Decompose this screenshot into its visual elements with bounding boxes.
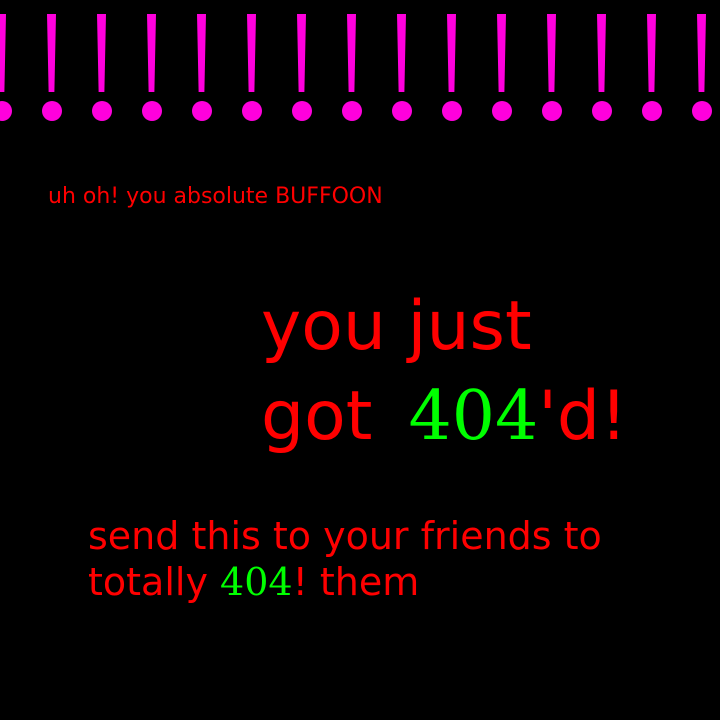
exclamation-dot [0,101,12,121]
exclamation-dot [192,101,212,121]
exclamation-icon [538,0,568,130]
exclamation-icon [638,0,668,130]
exclamation-bar [197,14,206,92]
exclamation-dot [342,101,362,121]
exclamation-bar [347,14,356,92]
headline-line-2: got 404'd! [261,372,627,462]
footer-suffix-text: ! them [292,560,420,604]
exclamation-icon [688,0,718,130]
exclamation-dot [592,101,612,121]
exclamation-icon [288,0,318,130]
exclamation-banner [0,0,720,130]
exclamation-icon [438,0,468,130]
exclamation-bar [697,14,706,92]
exclamation-bar [597,14,606,92]
exclamation-dot [292,101,312,121]
headline-404-number: 404 [408,377,539,456]
exclamation-dot [92,101,112,121]
headline-suffix-text: 'd! [538,377,628,456]
footer-404-number: 404 [220,560,293,604]
exclamation-icon [138,0,168,130]
exclamation-dot [142,101,162,121]
exclamation-bar [297,14,306,92]
exclamation-bar [147,14,156,92]
exclamation-dot [492,101,512,121]
exclamation-icon [38,0,68,130]
subtitle-text: uh oh! you absolute BUFFOON [48,184,383,209]
exclamation-icon [0,0,18,130]
footer-line-1: send this to your friends to [88,514,602,558]
exclamation-icon [388,0,418,130]
headline-got-text: got [261,377,373,456]
exclamation-icon [188,0,218,130]
exclamation-icon [238,0,268,130]
exclamation-bar [497,14,506,92]
exclamation-bar [647,14,656,92]
exclamation-bar [547,14,556,92]
exclamation-dot [642,101,662,121]
exclamation-icon [488,0,518,130]
exclamation-icon [588,0,618,130]
headline-line-1: you just [261,287,532,366]
exclamation-dot [392,101,412,121]
footer-line-2: totally 404! them [88,559,602,605]
exclamation-dot [442,101,462,121]
exclamation-dot [42,101,62,121]
exclamation-bar [247,14,256,92]
footer-message: send this to your friends to totally 404… [88,513,602,605]
exclamation-bar [97,14,106,92]
exclamation-dot [242,101,262,121]
exclamation-dot [542,101,562,121]
exclamation-bar [47,14,56,92]
exclamation-bar [397,14,406,92]
exclamation-bar [0,14,6,92]
exclamation-icon [88,0,118,130]
headline: you just got 404'd! [261,282,627,462]
exclamation-dot [692,101,712,121]
exclamation-icon [338,0,368,130]
exclamation-bar [447,14,456,92]
footer-totally-text: totally [88,560,208,604]
